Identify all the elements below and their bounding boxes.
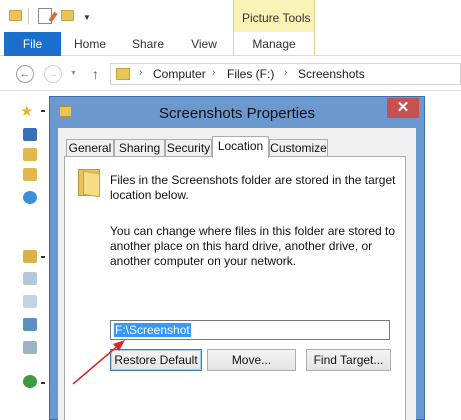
address-bar[interactable]: › Computer › Files (F:) › Screenshots xyxy=(110,63,461,85)
libraries-icon[interactable] xyxy=(23,250,37,263)
pictures-icon[interactable] xyxy=(23,318,37,331)
videos-icon[interactable] xyxy=(23,341,37,354)
tab-manage[interactable]: Manage xyxy=(233,32,315,56)
customize-arrow-icon[interactable]: ▼ xyxy=(83,13,91,22)
back-arrow-icon[interactable]: ← xyxy=(16,65,34,83)
context-tab-group-label: Picture Tools xyxy=(242,11,311,25)
dialog-titlebar[interactable]: Screenshots Properties ✕ xyxy=(50,97,424,127)
chevron-right-icon[interactable]: › xyxy=(139,67,142,78)
tab-view[interactable]: View xyxy=(180,32,228,56)
toolbar-divider xyxy=(28,8,29,24)
recent-locations-icon[interactable]: ▼ xyxy=(70,70,77,77)
breadcrumb-drive[interactable]: Files (F:) xyxy=(227,67,274,81)
tab-location[interactable]: Location xyxy=(212,136,269,158)
tab-sharing[interactable]: Sharing xyxy=(114,139,165,157)
new-folder-icon[interactable] xyxy=(61,10,74,21)
music-icon[interactable] xyxy=(23,295,37,308)
dialog-client-area: General Sharing Security Location Custom… xyxy=(58,128,416,420)
ribbon-tabs: File Home Share View Manage xyxy=(0,32,461,56)
folder-icon xyxy=(116,68,130,80)
homegroup-icon[interactable] xyxy=(23,375,37,388)
nav-label-fragment xyxy=(41,382,45,384)
properties-icon[interactable] xyxy=(38,8,52,24)
dialog-tabs: General Sharing Security Location Custom… xyxy=(66,136,411,158)
tab-security[interactable]: Security xyxy=(165,139,212,157)
location-info-text: Files in the Screenshots folder are stor… xyxy=(110,173,396,202)
location-path-input[interactable]: F:\Screenshot xyxy=(110,320,390,340)
breadcrumb-screenshots[interactable]: Screenshots xyxy=(298,67,365,81)
folder-icon xyxy=(78,169,100,198)
chevron-right-icon[interactable]: › xyxy=(284,67,287,78)
documents-icon[interactable] xyxy=(23,272,37,285)
location-help-text: You can change where files in this folde… xyxy=(110,224,396,268)
location-tab-page: Files in the Screenshots folder are stor… xyxy=(64,156,406,420)
quick-access-toolbar: ▼ Picture Tools xyxy=(0,0,461,32)
tab-general[interactable]: General xyxy=(66,139,114,157)
downloads-icon[interactable] xyxy=(23,148,37,161)
tab-file[interactable]: File xyxy=(4,32,61,56)
restore-default-button[interactable]: Restore Default xyxy=(110,349,202,371)
cloud-icon[interactable] xyxy=(23,191,37,204)
forward-arrow-icon[interactable]: → xyxy=(44,65,62,83)
folder-icon[interactable] xyxy=(23,168,37,181)
find-target-button[interactable]: Find Target... xyxy=(306,349,391,371)
folder-icon[interactable] xyxy=(9,10,22,21)
tab-customize[interactable]: Customize xyxy=(269,139,328,157)
nav-label-fragment xyxy=(41,110,45,112)
desktop-icon[interactable] xyxy=(23,128,37,141)
navigation-bar: ← → ▼ ↑ › Computer › Files (F:) › Screen… xyxy=(0,57,461,91)
tab-home[interactable]: Home xyxy=(66,32,114,56)
chevron-right-icon[interactable]: › xyxy=(212,67,215,78)
navigation-pane: ★ xyxy=(0,92,48,420)
up-arrow-icon[interactable]: ↑ xyxy=(92,66,99,82)
close-button[interactable]: ✕ xyxy=(387,98,419,118)
properties-dialog: Screenshots Properties ✕ General Sharing… xyxy=(49,96,425,420)
star-icon[interactable]: ★ xyxy=(20,102,33,120)
nav-label-fragment xyxy=(41,256,45,258)
context-tab-group: Picture Tools xyxy=(233,0,315,32)
move-button[interactable]: Move... xyxy=(207,349,296,371)
location-path-value: F:\Screenshot xyxy=(114,323,191,337)
dialog-title: Screenshots Properties xyxy=(159,105,315,122)
tab-share[interactable]: Share xyxy=(124,32,172,56)
breadcrumb-computer[interactable]: Computer xyxy=(153,67,206,81)
